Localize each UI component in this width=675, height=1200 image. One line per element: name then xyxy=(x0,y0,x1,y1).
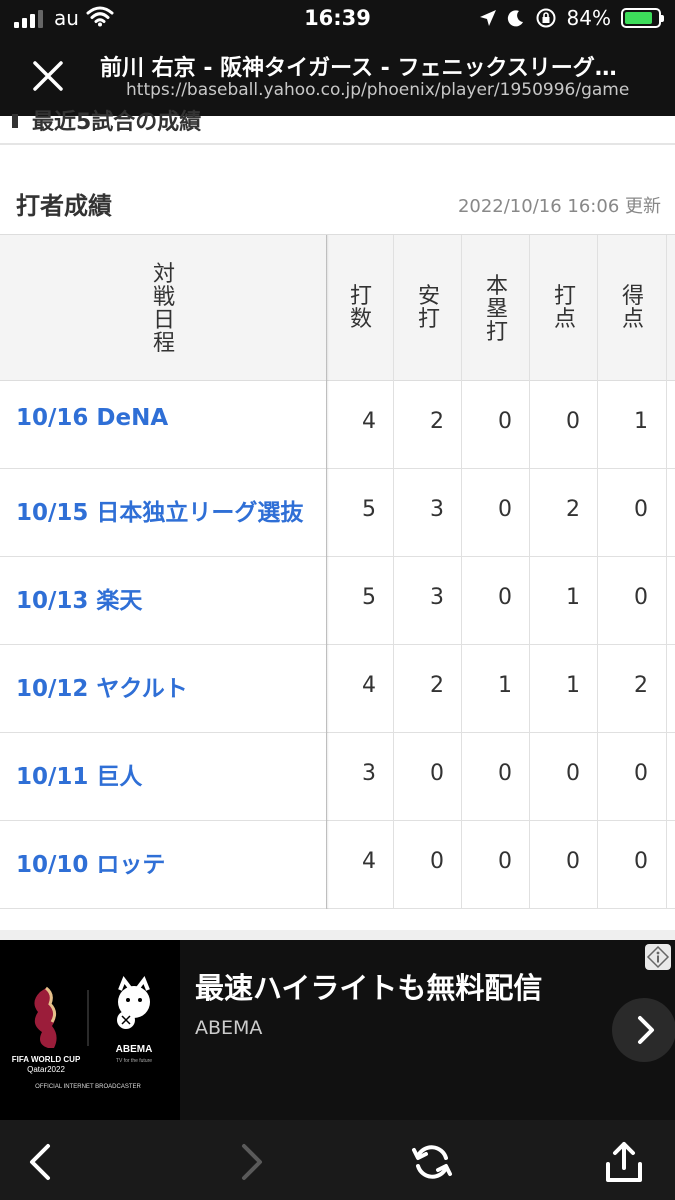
stat-at-bats: 5 xyxy=(362,497,376,522)
stat-at-bats: 4 xyxy=(362,849,376,874)
header-at-bats: 打数 xyxy=(349,284,372,332)
ad-headline[interactable]: 最速ハイライトも無料配信 xyxy=(195,965,542,1007)
game-link[interactable]: 10/12 ヤクルト xyxy=(16,669,188,703)
stat-rbi: 0 xyxy=(566,761,580,786)
stat-hits: 2 xyxy=(430,673,444,698)
stat-runs: 0 xyxy=(634,497,648,522)
table-header-game: 対戦日程 xyxy=(0,235,326,381)
close-icon[interactable] xyxy=(28,56,68,96)
header-game-label: 対戦日程 xyxy=(152,262,175,356)
location-icon xyxy=(479,10,496,26)
updated-timestamp: 2022/10/16 16:06 更新 xyxy=(457,196,661,217)
stat-at-bats: 4 xyxy=(362,409,376,434)
battery-icon xyxy=(621,8,664,28)
stat-runs: 1 xyxy=(634,409,648,434)
game-link[interactable]: 10/16 DeNA xyxy=(16,405,168,431)
table-header-stats: 打数 安打 本塁打 打点 得点 xyxy=(326,235,675,381)
stat-home-runs: 0 xyxy=(498,497,512,522)
stat-rbi: 1 xyxy=(566,585,580,610)
header-runs: 得点 xyxy=(621,284,644,332)
header-home-runs: 本塁打 xyxy=(485,274,508,345)
stat-hits: 2 xyxy=(430,409,444,434)
rotation-lock-icon xyxy=(536,8,556,28)
stat-rbi: 2 xyxy=(566,497,580,522)
header-rbi: 打点 xyxy=(553,284,576,332)
heading-bar xyxy=(12,114,18,128)
stat-home-runs: 0 xyxy=(498,409,512,434)
chevron-right-icon[interactable] xyxy=(612,998,675,1062)
stat-rbi: 0 xyxy=(566,849,580,874)
game-link[interactable]: 10/13 楽天 xyxy=(16,581,142,615)
stat-runs: 2 xyxy=(634,673,648,698)
ad-image[interactable]: FIFA WORLD CUP Qatar2022 ABEMA TV for th… xyxy=(0,940,180,1120)
ad-tagline-text: TV for the future xyxy=(116,1058,152,1064)
ad-caption-text: OFFICIAL INTERNET BROADCASTER xyxy=(35,1084,141,1090)
stat-home-runs: 0 xyxy=(498,761,512,786)
table-row: 10/15 日本独立リーグ選抜 5 3 0 2 0 xyxy=(0,469,675,557)
stat-at-bats: 5 xyxy=(362,585,376,610)
stat-hits: 3 xyxy=(430,497,444,522)
stat-hits: 0 xyxy=(430,849,444,874)
table-row: 10/10 ロッテ 4 0 0 0 0 xyxy=(0,821,675,909)
page-url[interactable]: https://baseball.yahoo.co.jp/phoenix/pla… xyxy=(126,80,656,100)
stat-at-bats: 4 xyxy=(362,673,376,698)
reload-icon[interactable] xyxy=(408,1138,456,1186)
status-bar: au 16:39 84% xyxy=(0,0,675,38)
divider xyxy=(0,143,675,145)
stat-runs: 0 xyxy=(634,849,648,874)
stat-runs: 0 xyxy=(634,761,648,786)
stat-home-runs: 0 xyxy=(498,585,512,610)
stat-hits: 0 xyxy=(430,761,444,786)
forward-icon[interactable] xyxy=(226,1138,274,1186)
batting-stats-table: 対戦日程 打数 安打 本塁打 打点 得点 10/16 DeNA 4 2 0 0 1 10/1… xyxy=(0,234,675,909)
game-link[interactable]: 10/11 巨人 xyxy=(16,757,142,791)
table-row: 10/11 巨人 3 0 0 0 0 xyxy=(0,733,675,821)
recent-games-heading: 最近5試合の成績 xyxy=(12,100,412,144)
ad-event-sub-text: Qatar2022 xyxy=(27,1065,65,1074)
ad-logo-image: FIFA WORLD CUP Qatar2022 ABEMA TV for th… xyxy=(12,975,153,1090)
stat-hits: 3 xyxy=(430,585,444,610)
table-row: 10/13 楽天 5 3 0 1 0 xyxy=(0,557,675,645)
header-hits: 安打 xyxy=(417,284,440,332)
share-icon[interactable] xyxy=(600,1138,648,1186)
stat-home-runs: 0 xyxy=(498,849,512,874)
browser-toolbar xyxy=(0,1120,675,1200)
batting-stats-title: 打者成績 xyxy=(16,192,112,220)
stat-rbi: 1 xyxy=(566,673,580,698)
battery-percent: 84% xyxy=(566,6,611,30)
back-icon[interactable] xyxy=(18,1138,66,1186)
section-gap xyxy=(0,930,675,940)
moon-icon xyxy=(507,10,523,27)
ad-info-icon[interactable] xyxy=(645,944,671,970)
game-link[interactable]: 10/10 ロッテ xyxy=(16,845,165,879)
stat-home-runs: 1 xyxy=(498,673,512,698)
stat-runs: 0 xyxy=(634,585,648,610)
recent-games-title: 最近5試合の成績 xyxy=(32,110,202,135)
ad-event-text: FIFA WORLD CUP xyxy=(12,1055,81,1064)
stat-at-bats: 3 xyxy=(362,761,376,786)
table-row: 10/12 ヤクルト 4 2 1 1 2 xyxy=(0,645,675,733)
stat-rbi: 0 xyxy=(566,409,580,434)
game-link[interactable]: 10/15 日本独立リーグ選抜 xyxy=(16,493,303,527)
table-row: 10/16 DeNA 4 2 0 0 1 xyxy=(0,381,675,469)
page-title: 前川 右京 - 阪神タイガース - フェニックスリーグ… xyxy=(100,56,617,81)
ad-brand-text: ABEMA xyxy=(116,1044,153,1055)
ad-banner[interactable]: FIFA WORLD CUP Qatar2022 ABEMA TV for th… xyxy=(0,940,675,1120)
ad-advertiser: ABEMA xyxy=(195,1017,263,1039)
browser-header: au 16:39 84% 前川 右京 - 阪神タイガース - フェニックスリーグ… xyxy=(0,0,675,116)
